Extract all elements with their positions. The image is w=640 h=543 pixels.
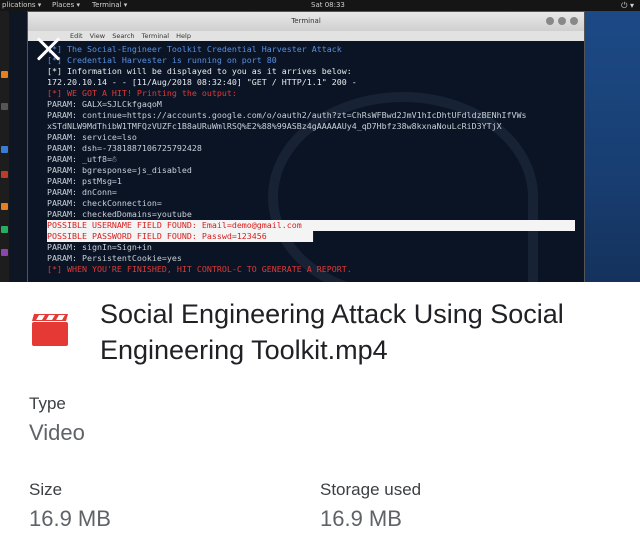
terminal-line: PARAM: bgresponse=js_disabled bbox=[47, 165, 192, 175]
video-preview[interactable]: plications ▾ Places ▾ Terminal ▾ Sat 08:… bbox=[0, 0, 640, 282]
menu-help: Help bbox=[176, 32, 191, 40]
terminal-line: PARAM: checkConnection= bbox=[47, 198, 162, 208]
terminal-line: PARAM: service=lso bbox=[47, 132, 137, 142]
terminal-line: PARAM: pstMsg=1 bbox=[47, 176, 122, 186]
window-close-icon bbox=[570, 17, 578, 25]
storage-used-label: Storage used bbox=[320, 480, 422, 499]
terminal-line: PARAM: continue=https://accounts.google.… bbox=[47, 110, 527, 120]
terminal-titlebar: Terminal bbox=[28, 12, 584, 31]
terminal-line: [*] WE GOT A HIT! Printing the output: bbox=[47, 88, 237, 98]
menu-terminal: Terminal bbox=[141, 32, 170, 40]
terminal-line: [*] Credential Harvester is running on p… bbox=[47, 55, 277, 65]
terminal-line: PARAM: dnConn= bbox=[47, 187, 117, 197]
close-icon[interactable] bbox=[34, 34, 64, 64]
system-tray-icon: ⏻ ▾ bbox=[621, 1, 634, 10]
terminal-line: PARAM: dsh=-7381887106725792428 bbox=[47, 143, 202, 153]
terminal-line: POSSIBLE PASSWORD FIELD FOUND: Passwd=12… bbox=[47, 231, 267, 241]
maximize-icon bbox=[558, 17, 566, 25]
desktop-clock: Sat 08:33 bbox=[311, 1, 345, 9]
terminal-line: PARAM: checkedDomains=youtube bbox=[47, 209, 192, 219]
size-label: Size bbox=[29, 480, 63, 499]
terminal-line: xSTdNLW9MdThibW1TMFQzVUZFc1B8aURuWmlRSQ%… bbox=[47, 121, 502, 131]
terminal-line: POSSIBLE USERNAME FIELD FOUND: Email=dem… bbox=[47, 220, 302, 230]
menu-search: Search bbox=[112, 32, 135, 40]
terminal-line: PARAM: PersistentCookie=yes bbox=[47, 253, 182, 263]
file-name: Social Engineering Attack Using Social E… bbox=[100, 299, 564, 365]
text-cursor bbox=[313, 231, 314, 242]
dock-app-icon bbox=[1, 71, 8, 78]
desktop-wallpaper bbox=[583, 11, 640, 282]
terminal-line: [*] Information will be displayed to you… bbox=[47, 66, 352, 76]
terminal-line: 172.20.10.14 - - [11/Aug/2018 08:32:40] … bbox=[47, 77, 357, 87]
applications-menu: plications ▾ bbox=[2, 1, 42, 9]
menu-view: View bbox=[89, 32, 106, 40]
dock-app-icon bbox=[1, 249, 8, 256]
terminal-line: PARAM: signIn=Sign+in bbox=[47, 242, 152, 252]
places-menu: Places ▾ bbox=[52, 1, 80, 9]
terminal-line: PARAM: GALX=SJLCkfgaqoM bbox=[47, 99, 162, 109]
menu-edit: Edit bbox=[70, 32, 83, 40]
type-label: Type bbox=[29, 394, 66, 413]
terminal-app-menu: Terminal ▾ bbox=[92, 1, 128, 9]
size-value: 16.9 MB bbox=[29, 506, 111, 531]
type-value: Video bbox=[29, 420, 85, 445]
desktop-dock bbox=[0, 11, 9, 282]
dock-app-icon bbox=[1, 171, 8, 178]
terminal-line: PARAM: _utf8=☃ bbox=[47, 154, 117, 164]
terminal-line: [*] The Social-Engineer Toolkit Credenti… bbox=[47, 44, 342, 54]
dock-app-icon bbox=[1, 226, 8, 233]
video-file-icon bbox=[32, 314, 68, 346]
dock-app-icon bbox=[1, 146, 8, 153]
minimize-icon bbox=[546, 17, 554, 25]
dock-app-icon bbox=[1, 203, 8, 210]
terminal-menubar: Edit View Search Terminal Help bbox=[28, 31, 584, 41]
terminal-title: Terminal bbox=[291, 17, 321, 25]
dock-app-icon bbox=[1, 103, 8, 110]
terminal-line: [*] WHEN YOU'RE FINISHED, HIT CONTROL-C … bbox=[47, 264, 352, 274]
desktop-top-bar: plications ▾ Places ▾ Terminal ▾ Sat 08:… bbox=[0, 0, 640, 11]
storage-used-value: 16.9 MB bbox=[320, 506, 402, 531]
